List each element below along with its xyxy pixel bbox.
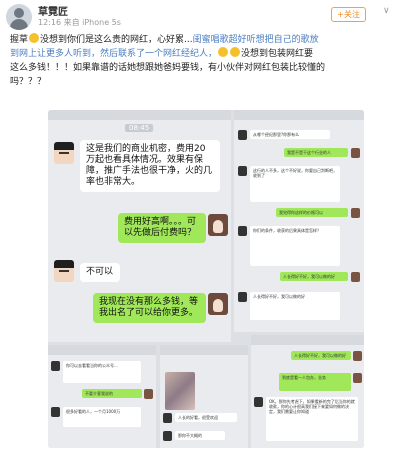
agent-avatar [254, 397, 263, 407]
status-bar [234, 110, 364, 120]
agent-avatar [163, 431, 172, 441]
user-avatar[interactable] [6, 4, 32, 30]
post-line-3: 这么多钱！！！如果靠谱的话她想跟她爸妈要钱，有小伙伴对网红包装比较懂的 [10, 61, 394, 75]
post-text-p4: 到网上让更多人听到，然后联系了一个网红经纪人， [10, 49, 218, 59]
post-line-1: 握草 没想到你们是这么贵的网红，心好累...闺蜜唱歌超好听想把自己的歌放 [10, 33, 394, 47]
chat-bubble-agent: 那你不大概的 [175, 431, 225, 440]
chat-bubble-user: 我是不是干这个行业的人 [284, 148, 348, 157]
post-text: 握草 没想到你们是这么贵的网红，心好累...闺蜜唱歌超好听想把自己的歌放 到网上让… [10, 33, 394, 89]
post-line-2: 到网上让更多人听到，然后联系了一个网红经纪人， 没想到包装网红要 [10, 47, 394, 61]
chat-bubble-agent: OK，那你先考虑下，如果看新的完了后当你的就收款，你的心计很高我们接下来要如何做… [266, 397, 358, 441]
user-avatar-female [353, 351, 362, 361]
status-bar [251, 335, 364, 345]
post-text-p7: 吗？？？ [10, 77, 47, 87]
post-text-p6: 这么多钱！！！如果靠谱的话她想跟她爸妈要钱，有小伙伴对网红包装比较懂的 [10, 63, 326, 73]
bottom-left-chat-screenshot: 你可以去看看当你的公众号... 不要介意我说的 很多好看的人，一个月1000万 [48, 345, 156, 448]
chat-bubble-agent: 人长的好看，很受欢迎 [175, 413, 237, 422]
agent-avatar [51, 361, 60, 371]
chat-bubble-agent: 人长得好不好，我可以做的好 [250, 292, 340, 320]
chat-bubble-user: 人长得好不好，我可以做的好 [291, 351, 351, 360]
status-bar [48, 345, 156, 355]
chat-bubble-agent: 这是我们的商业机密，费用20万起也看具体情况。效果有保障，推广手法也很干净，火的… [80, 140, 220, 192]
chat-bubble-user: 费用好高啊。。。可以先做后付费吗？ [118, 213, 206, 243]
chat-timestamp: 08:45 [125, 124, 154, 132]
chat-bubble-user: 人长得好不好，我可以做的好 [280, 272, 348, 281]
cat-emoji-icon [218, 47, 229, 57]
agent-avatar [54, 260, 74, 282]
user-avatar-female [351, 272, 360, 282]
agent-avatar [238, 226, 247, 236]
follow-button[interactable]: +关注 [331, 7, 366, 22]
chat-bubble-user: 我现在没有那么多钱，等我出名了可以给你更多。 [93, 293, 206, 323]
chat-bubble-agent: 不可以 [80, 263, 120, 282]
chevron-down-icon[interactable]: ∨ [383, 6, 390, 16]
agent-avatar [163, 413, 172, 423]
user-avatar-female [353, 373, 362, 383]
agent-avatar [238, 166, 247, 176]
user-avatar-female [208, 293, 228, 315]
post-text-p5: 没想到包装网红要 [241, 49, 314, 59]
chat-screenshot-collage[interactable]: 08:45 这是我们的商业机密，费用20万起也看具体情况。效果有保障，推广手法也… [48, 110, 364, 448]
username[interactable]: 草霓匠 [38, 3, 68, 18]
bottom-right-chat-screenshot: 人长得好不好，我可以做的好 到底是看一人包办，业务 OK，那你先考虑下，如果看新… [251, 335, 364, 448]
post-line-4: 吗？？？ [10, 75, 394, 89]
main-chat-screenshot: 08:45 这是我们的商业机密，费用20万起也看具体情况。效果有保障，推广手法也… [48, 110, 231, 342]
post-text-p1: 握草 [10, 35, 29, 45]
agent-avatar [238, 292, 247, 302]
chat-bubble-agent: 这行的人不多，这个不好说，你要自己判断吧，收到了 [250, 166, 340, 202]
agent-avatar [51, 407, 60, 417]
blurred-photo [165, 372, 195, 410]
side-chat-screenshot: 从哪个经纪那里?你那有么 我是不是干这个行业的人 这行的人不多，这个不好说，你要… [234, 110, 364, 332]
user-avatar-female [351, 148, 360, 158]
user-avatar-female [208, 214, 228, 236]
smile-emoji-icon [29, 33, 40, 43]
chat-bubble-user: 我觉得你这样的价格可以 [276, 208, 348, 217]
status-bar [48, 110, 231, 120]
cat-emoji-icon [230, 47, 241, 57]
chat-bubble-agent: 从哪个经纪那里?你那有么 [250, 130, 330, 139]
post-text-p2: 没想到你们是这么贵的网红，心好累... [40, 35, 193, 45]
user-avatar-female [144, 389, 153, 399]
status-bar [160, 345, 248, 355]
chat-bubble-agent: 很多好看的人，一个月1000万 [63, 407, 141, 427]
post-text-p3: 闺蜜唱歌超好听想把自己的歌放 [192, 35, 319, 45]
chat-bubble-agent: 你们的条件，收获的后果具体是怎样？ [250, 226, 340, 266]
user-avatar-female [351, 208, 360, 218]
chat-bubble-user: 到底是看一人包办，业务 [279, 373, 351, 391]
post-meta: 12:16 来自 iPhone 5s [38, 18, 121, 27]
chat-bubble-agent: 你可以去看看当你的公众号... [63, 361, 141, 383]
agent-avatar [238, 130, 247, 140]
post-header: 草霓匠 12:16 来自 iPhone 5s +关注 ∨ [0, 0, 402, 30]
agent-avatar [54, 142, 74, 164]
chat-bubble-user: 不要介意我说的 [82, 389, 142, 398]
